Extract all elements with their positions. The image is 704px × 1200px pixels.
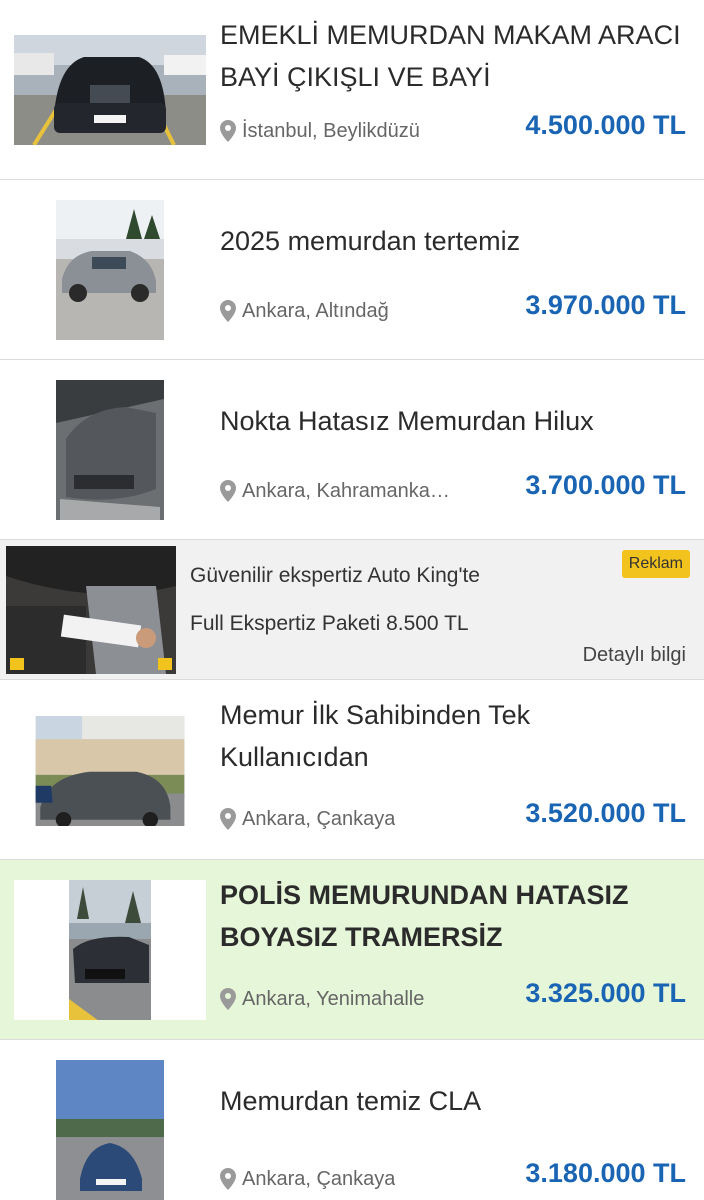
listing-row[interactable]: Memur İlk Sahibinden Tek Kullanıcıdan An… — [0, 680, 704, 860]
listing-location: Ankara, Çankaya — [220, 804, 395, 834]
listing-title[interactable]: 2025 memurdan tertemiz — [220, 220, 682, 262]
location-pin-icon — [220, 988, 236, 1010]
ad-headline[interactable]: Güvenilir ekspertiz Auto King'te — [190, 564, 480, 588]
listing-location: Ankara, Kahramanka… — [220, 476, 450, 506]
ad-subline: Full Ekspertiz Paketi 8.500 TL — [190, 612, 469, 635]
listing-title[interactable]: Memurdan temiz CLA — [220, 1080, 682, 1122]
location-pin-icon — [220, 480, 236, 502]
listing-title[interactable]: EMEKLİ MEMURDAN MAKAM ARACI BAYİ ÇIKIŞLI… — [220, 14, 682, 98]
ad-more-link[interactable]: Detaylı bilgi — [583, 644, 686, 667]
location-text: Ankara, Kahramanka… — [242, 479, 450, 502]
listing-photo[interactable] — [14, 20, 206, 160]
listing-price: 3.325.000 TL — [525, 978, 686, 1008]
listing-photo[interactable] — [14, 380, 206, 520]
listing-title[interactable]: Memur İlk Sahibinden Tek Kullanıcıdan — [220, 694, 682, 778]
listing-title[interactable]: POLİS MEMURUNDAN HATASIZ BOYASIZ TRAMERS… — [220, 874, 682, 958]
listing-price: 4.500.000 TL — [525, 110, 686, 140]
location-text: Ankara, Altındağ — [242, 299, 389, 322]
listing-price: 3.520.000 TL — [525, 798, 686, 828]
listing-row-highlighted[interactable]: POLİS MEMURUNDAN HATASIZ BOYASIZ TRAMERS… — [0, 860, 704, 1040]
location-pin-icon — [220, 1168, 236, 1190]
listing-price: 3.180.000 TL — [525, 1158, 686, 1188]
listing-row[interactable]: EMEKLİ MEMURDAN MAKAM ARACI BAYİ ÇIKIŞLI… — [0, 0, 704, 180]
listing-location: Ankara, Çankaya — [220, 1164, 395, 1194]
listing-photo[interactable] — [14, 880, 206, 1020]
ad-photo[interactable] — [6, 546, 176, 674]
location-pin-icon — [220, 120, 236, 142]
listing-photo[interactable] — [14, 200, 206, 340]
listing-row[interactable]: Nokta Hatasız Memurdan Hilux Ankara, Kah… — [0, 360, 704, 540]
listing-photo[interactable] — [14, 1060, 206, 1200]
listing-location: Ankara, Altındağ — [220, 296, 389, 326]
listing-photo[interactable] — [14, 700, 206, 842]
listing-location: İstanbul, Beylikdüzü — [220, 116, 420, 146]
location-pin-icon — [220, 300, 236, 322]
location-text: Ankara, Çankaya — [242, 1167, 396, 1190]
listing-row[interactable]: Memurdan temiz CLA Ankara, Çankaya 3.180… — [0, 1040, 704, 1200]
listing-list: EMEKLİ MEMURDAN MAKAM ARACI BAYİ ÇIKIŞLI… — [0, 0, 704, 1200]
listing-price: 3.700.000 TL — [525, 470, 686, 500]
listing-title[interactable]: Nokta Hatasız Memurdan Hilux — [220, 400, 682, 442]
listing-location: Ankara, Yenimahalle — [220, 984, 424, 1014]
location-text: Ankara, Çankaya — [242, 807, 396, 830]
listing-row[interactable]: 2025 memurdan tertemiz Ankara, Altındağ … — [0, 180, 704, 360]
listing-price: 3.970.000 TL — [525, 290, 686, 320]
location-pin-icon — [220, 808, 236, 830]
ad-row[interactable]: Güvenilir ekspertiz Auto King'te Full Ek… — [0, 540, 704, 680]
ad-badge: Reklam — [621, 550, 690, 578]
location-text: İstanbul, Beylikdüzü — [242, 119, 420, 142]
location-text: Ankara, Yenimahalle — [242, 987, 425, 1010]
